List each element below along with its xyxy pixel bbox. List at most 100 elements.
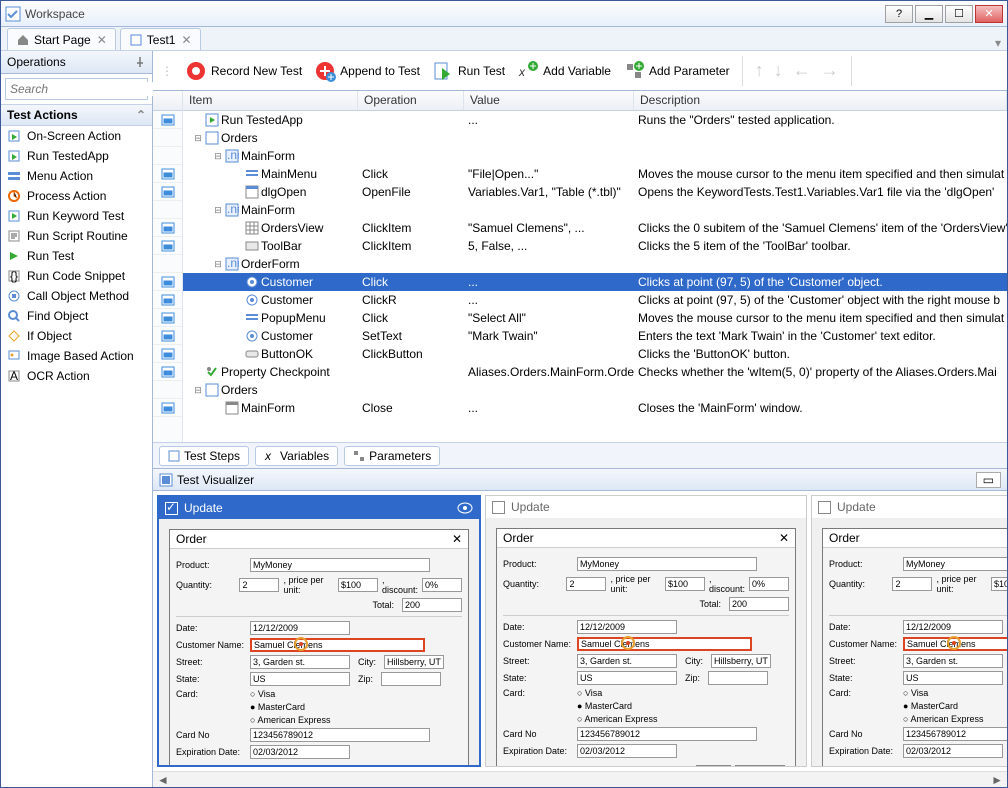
operation-item[interactable]: Run Test [1,246,152,266]
grid-row[interactable]: ⊟.netMainForm [183,147,1007,165]
city-field[interactable] [711,654,771,668]
grid-row[interactable]: ⊟.netMainForm [183,201,1007,219]
minimize-button[interactable]: ▁ [915,5,943,23]
thumb-indicator[interactable] [153,129,182,147]
search-box[interactable]: 🔍 [5,78,148,100]
thumb-indicator[interactable] [153,165,182,183]
tree-toggle-icon[interactable]: ⊟ [193,385,203,396]
thumb-indicator[interactable] [153,291,182,309]
grid-row[interactable]: Property CheckpointAliases.Orders.MainFo… [183,363,1007,381]
customer-name-field[interactable] [577,637,752,651]
cardno-field[interactable] [250,728,430,742]
operation-item[interactable]: Menu Action [1,166,152,186]
expiration-field[interactable] [250,745,350,759]
arrow-up-icon[interactable]: ↑ [755,60,764,81]
operation-item[interactable]: On-Screen Action [1,126,152,146]
close-icon[interactable]: ✕ [452,532,462,546]
panel-checkbox[interactable] [165,502,178,515]
grid-row[interactable]: MainFormClose...Closes the 'MainForm' wi… [183,399,1007,417]
thumb-indicator[interactable] [153,237,182,255]
thumb-indicator[interactable] [153,309,182,327]
qty-field[interactable] [239,578,279,592]
thumb-indicator[interactable] [153,219,182,237]
pin-icon[interactable] [134,56,146,68]
tree-toggle-icon[interactable]: ⊟ [213,151,223,162]
tab-overflow-icon[interactable]: ▾ [995,36,1001,50]
cancel-button[interactable]: Cancel [735,765,785,766]
operation-item[interactable]: Run TestedApp [1,146,152,166]
grid-row[interactable]: CustomerSetText"Mark Twain"Enters the te… [183,327,1007,345]
thumb-indicator[interactable] [153,111,182,129]
customer-name-field[interactable] [250,638,425,652]
grid-row[interactable]: ⊟.netOrderForm [183,255,1007,273]
qty-field[interactable] [566,577,606,591]
col-description[interactable]: Description [634,91,1007,110]
close-button[interactable]: ✕ [975,5,1003,23]
operation-item[interactable]: Run Keyword Test [1,206,152,226]
tab-start-page[interactable]: Start Page ✕ [7,28,116,50]
arrow-right-icon[interactable]: → [821,60,839,81]
close-icon[interactable]: ✕ [779,531,789,545]
zip-field[interactable] [708,671,768,685]
tab-variables[interactable]: x Variables [255,446,338,466]
discount-field[interactable] [422,578,462,592]
append-button[interactable]: Append to Test [314,60,420,82]
city-field[interactable] [384,655,444,669]
grid-content[interactable]: Item Operation Value Description Run Tes… [183,91,1007,442]
arrow-down-icon[interactable]: ↓ [774,60,783,81]
grid-row[interactable]: MainMenuClick"File|Open..."Moves the mou… [183,165,1007,183]
date-field[interactable] [903,620,1003,634]
thumb-indicator[interactable] [153,345,182,363]
col-value[interactable]: Value [464,91,634,110]
add-variable-button[interactable]: x Add Variable [517,60,611,82]
operation-item[interactable]: Process Action [1,186,152,206]
grid-row[interactable]: ButtonOKClickButtonClicks the 'ButtonOK'… [183,345,1007,363]
operation-item[interactable]: AOCR Action [1,366,152,386]
discount-field[interactable] [749,577,789,591]
scroll-left-icon[interactable]: ◄ [157,773,169,787]
product-field[interactable] [250,558,430,572]
ppu-field[interactable] [665,577,705,591]
grid-row[interactable]: PopupMenuClick"Select All"Moves the mous… [183,309,1007,327]
grid-row[interactable]: dlgOpenOpenFileVariables.Var1, "Table (*… [183,183,1007,201]
qty-field[interactable] [892,577,932,591]
operation-item[interactable]: If Object [1,326,152,346]
panel-checkbox[interactable] [492,501,505,514]
zip-field[interactable] [381,672,441,686]
operation-item[interactable]: Call Object Method [1,286,152,306]
visualizer-panel[interactable]: UpdateOrder✕Product:Quantity:, price per… [485,495,807,767]
expiration-field[interactable] [577,744,677,758]
date-field[interactable] [577,620,677,634]
tab-test1[interactable]: Test1 ✕ [120,28,201,50]
visualizer-collapse-icon[interactable]: ▭ [976,472,1001,488]
visualizer-scrollbar[interactable]: ◄ ► [153,771,1007,787]
tree-toggle-icon[interactable]: ⊟ [213,205,223,216]
state-field[interactable] [577,671,677,685]
cardno-field[interactable] [903,727,1007,741]
thumb-indicator[interactable] [153,327,182,345]
arrow-left-icon[interactable]: ← [793,60,811,81]
thumb-indicator[interactable] [153,255,182,273]
state-field[interactable] [903,671,1003,685]
street-field[interactable] [903,654,1003,668]
operation-item[interactable]: {}Run Code Snippet [1,266,152,286]
product-field[interactable] [903,557,1007,571]
thumb-indicator[interactable] [153,399,182,417]
grid-row[interactable]: Run TestedApp...Runs the "Orders" tested… [183,111,1007,129]
maximize-button[interactable]: ☐ [945,5,973,23]
thumb-indicator[interactable] [153,147,182,165]
tab-close-icon[interactable]: ✕ [97,33,107,47]
grid-row[interactable]: ⊟Orders [183,381,1007,399]
operation-item[interactable]: Find Object [1,306,152,326]
thumb-indicator[interactable] [153,381,182,399]
tab-test-steps[interactable]: Test Steps [159,446,249,466]
thumb-indicator[interactable] [153,273,182,291]
state-field[interactable] [250,672,350,686]
grid-row[interactable]: CustomerClickR...Clicks at point (97, 5)… [183,291,1007,309]
grid-row[interactable]: OrdersViewClickItem"Samuel Clemens", ...… [183,219,1007,237]
product-field[interactable] [577,557,757,571]
customer-name-field[interactable] [903,637,1007,651]
group-test-actions[interactable]: Test Actions ⌃ [1,104,152,126]
cardno-field[interactable] [577,727,757,741]
panel-checkbox[interactable] [818,501,831,514]
